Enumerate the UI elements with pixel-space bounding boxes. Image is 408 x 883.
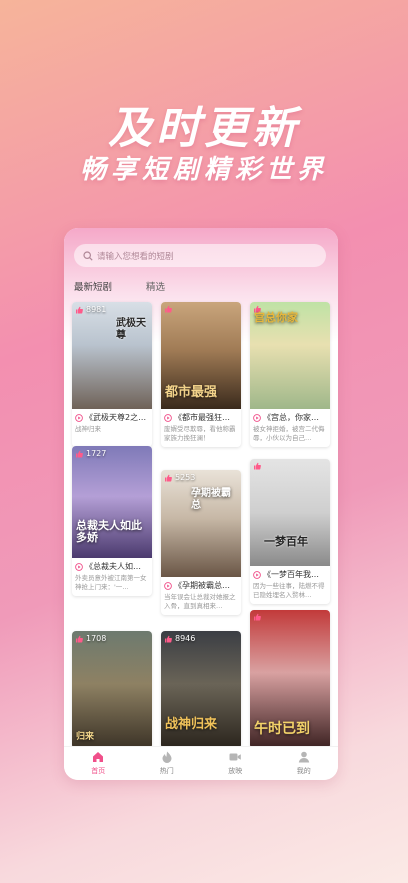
poster-image: 8946 战神归来 [161, 631, 241, 749]
poster-title: 都市最强 [165, 385, 218, 400]
poster-image: 一梦百年 [250, 459, 330, 566]
thumb-up-icon [254, 462, 261, 470]
poster-title: 战神归来 [165, 717, 218, 732]
view-count: 1727 [75, 449, 106, 458]
poster-title: 午时已到 [254, 721, 310, 737]
thumb-up-icon [76, 635, 83, 642]
poster-title: 归来 [76, 732, 95, 742]
poster-title: 孕期被霸总 [191, 488, 231, 511]
poster-title: 一梦百年 [264, 535, 308, 548]
card-title: 《武极天尊2之… [72, 409, 152, 423]
tab-hot[interactable]: 热门 [133, 747, 202, 780]
search-icon [83, 250, 93, 261]
view-count: 8981 [75, 305, 106, 314]
card-description: 被女神拒婚，被宫二代侮辱，小伙以为自己… [253, 425, 325, 442]
card-description: 外卖员意外被江南第一女神抢上门来：'一… [75, 574, 147, 591]
play-icon [164, 581, 172, 590]
play-icon [75, 413, 83, 422]
drama-card[interactable]: 8946 战神归来 [161, 631, 241, 749]
drama-card[interactable]: 1727 总裁夫人如此多娇 《总裁夫人如… 外卖员意外被江南第一女神抢上门来：'… [72, 446, 152, 596]
poster-image: 1727 总裁夫人如此多娇 [72, 446, 152, 558]
card-title: 《一梦百年我… [250, 566, 330, 580]
bottom-tab-bar: 首页 热门 放映 我的 [64, 746, 338, 780]
poster-title: 总裁夫人如此多娇 [76, 519, 142, 544]
card-title: 《孕期被霸总… [161, 577, 241, 591]
play-icon [164, 413, 172, 422]
poster-image: 午时已到 [250, 610, 330, 749]
view-count [253, 462, 264, 470]
tab-featured[interactable]: 精选 [146, 279, 165, 293]
thumb-up-icon [165, 474, 172, 481]
poster-image: 都市最强 [161, 302, 241, 409]
view-count: 1708 [75, 634, 106, 643]
thumb-up-icon [76, 450, 83, 457]
tab-profile[interactable]: 我的 [270, 747, 339, 780]
play-icon [253, 570, 261, 579]
tab-play[interactable]: 放映 [201, 747, 270, 780]
card-title: 《总裁夫人如… [72, 558, 152, 572]
search-placeholder[interactable]: 请输入您想看的短剧 [97, 250, 174, 262]
poster-image: 1708 归来 [72, 631, 152, 749]
video-icon [229, 753, 242, 761]
category-tabs: 最新短剧 精选 [74, 279, 199, 293]
thumb-up-icon [165, 305, 172, 313]
thumb-up-icon [165, 635, 172, 642]
tab-home[interactable]: 首页 [64, 747, 133, 780]
card-description: 废婿受尽欺辱，看他称霸家族力挽狂澜！ [164, 425, 236, 442]
poster-title: 武极天尊 [116, 318, 146, 341]
hero-subtitle: 畅享短剧精彩世界 [79, 155, 328, 185]
poster-image: 8981 武极天尊 [72, 302, 152, 409]
card-title: 《都市最强狂… [161, 409, 241, 423]
home-icon [93, 752, 104, 762]
thumb-up-icon [254, 613, 261, 621]
drama-card[interactable]: 午时已到 [250, 610, 330, 749]
card-title: 《宫总，你家… [250, 409, 330, 423]
phone-mockup: 请输入您想看的短剧 最新短剧 精选 8981 武极天尊 《武极天尊2之… 战神归… [64, 228, 338, 780]
poster-image: 5253 孕期被霸总 [161, 470, 241, 577]
drama-card[interactable]: 都市最强 《都市最强狂… 废婿受尽欺辱，看他称霸家族力挽狂澜！ [161, 302, 241, 447]
poster-image: 宫总你家 [250, 302, 330, 409]
thumb-up-icon [76, 306, 83, 313]
play-icon [253, 413, 261, 422]
hero-title: 及时更新 [108, 103, 300, 154]
poster-title: 宫总你家 [254, 311, 298, 324]
view-count: 5253 [164, 473, 195, 482]
tab-latest[interactable]: 最新短剧 [74, 279, 112, 293]
drama-card[interactable]: 1708 归来 [72, 631, 152, 749]
play-icon [75, 562, 83, 571]
card-description: 当年误会让总裁对她报之入骨，直到真相来… [164, 593, 236, 610]
user-icon [298, 751, 309, 763]
view-count [164, 305, 175, 313]
view-count [253, 613, 264, 621]
flame-icon [162, 751, 172, 763]
card-description: 战神归来 [75, 425, 101, 433]
drama-card[interactable]: 5253 孕期被霸总 《孕期被霸总… 当年误会让总裁对她报之入骨，直到真相来… [161, 470, 241, 615]
drama-card[interactable]: 一梦百年 《一梦百年我… 因为一些往事，陆燃不得已隐姓埋名入赘林… [250, 459, 330, 604]
drama-card[interactable]: 宫总你家 《宫总，你家… 被女神拒婚，被宫二代侮辱，小伙以为自己… [250, 302, 330, 447]
view-count: 8946 [164, 634, 195, 643]
search-bar[interactable]: 请输入您想看的短剧 [74, 244, 326, 267]
drama-card[interactable]: 8981 武极天尊 《武极天尊2之… 战神归来 [72, 302, 152, 447]
card-description: 因为一些往事，陆燃不得已隐姓埋名入赘林… [253, 582, 325, 599]
